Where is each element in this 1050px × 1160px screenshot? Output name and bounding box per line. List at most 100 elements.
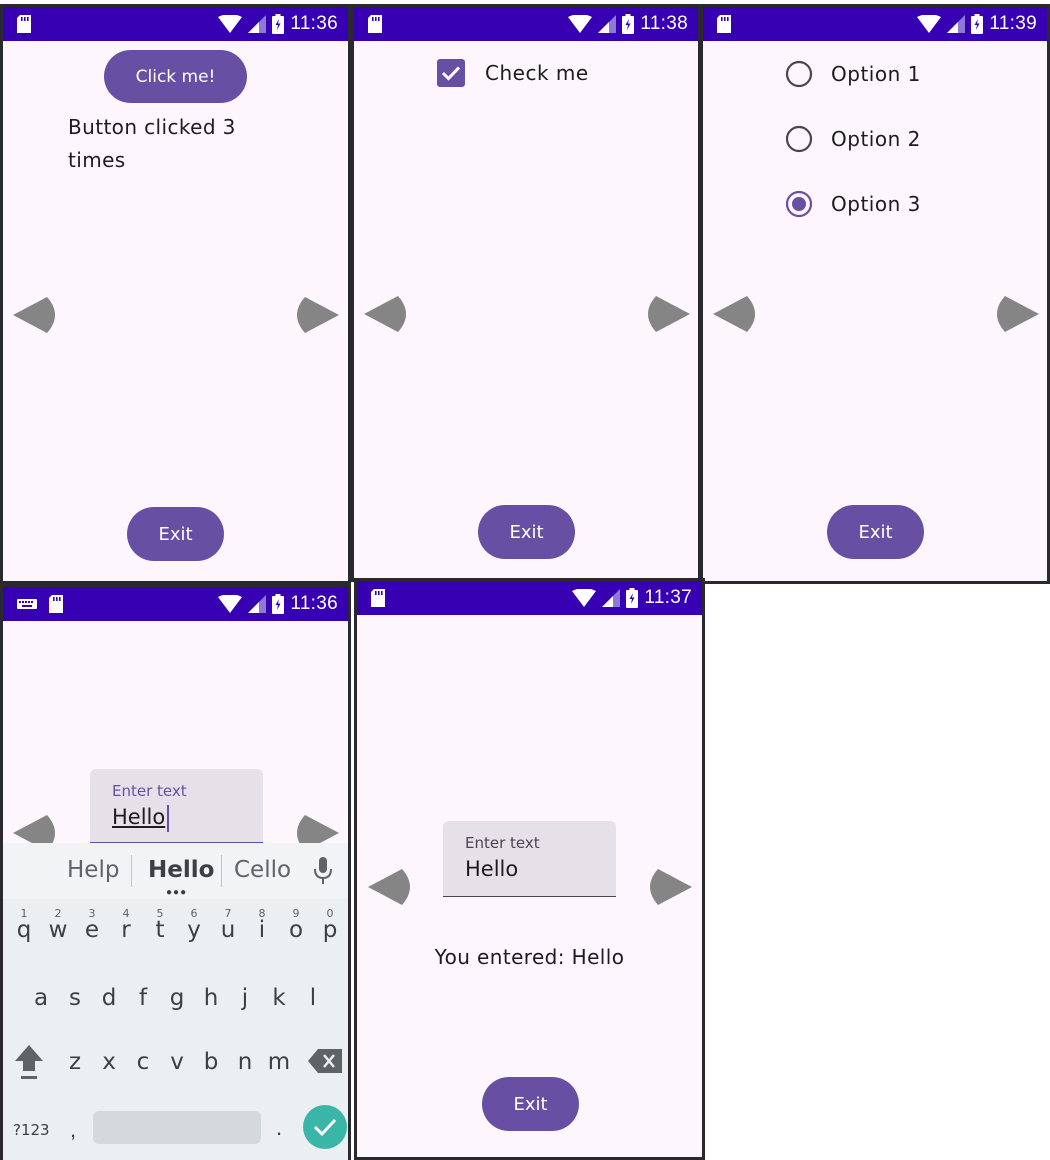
key-h[interactable]: h (194, 975, 228, 1025)
cell-signal-icon (947, 15, 966, 33)
key-p[interactable]: 0p (313, 907, 347, 957)
suggestion-item[interactable]: Help (67, 857, 119, 883)
radio-unselected-icon[interactable] (785, 60, 813, 88)
status-time: 11:36 (290, 593, 338, 614)
status-bar: 11:39 (703, 7, 1047, 41)
key-l[interactable]: l (296, 975, 330, 1025)
backspace-icon[interactable] (308, 1049, 342, 1073)
previous-arrow-icon[interactable] (364, 294, 410, 334)
shift-icon[interactable] (13, 1043, 45, 1081)
wifi-icon (568, 15, 593, 33)
field-label: Enter text (112, 782, 187, 800)
key-o[interactable]: 9o (279, 907, 313, 957)
text-input-field[interactable]: Enter text Hello (443, 821, 616, 897)
check-me-checkbox-row[interactable]: Check me (437, 59, 589, 87)
status-bar: 11:36 (3, 7, 348, 41)
cell-signal-icon (602, 589, 621, 607)
radio-option-2[interactable]: Option 2 (785, 125, 921, 153)
symbols-key[interactable]: ?123 (13, 1121, 50, 1139)
checkmark-enter-icon[interactable] (303, 1105, 347, 1149)
key-z[interactable]: z (58, 1039, 92, 1089)
wifi-icon (218, 595, 243, 613)
key-e[interactable]: 3e (75, 907, 109, 957)
exit-button[interactable]: Exit (478, 505, 575, 559)
checkbox-checked-icon[interactable] (437, 59, 465, 87)
key-t[interactable]: 5t (143, 907, 177, 957)
key-x[interactable]: x (92, 1039, 126, 1089)
cell-signal-icon (248, 595, 267, 613)
field-value[interactable]: Hello (112, 805, 165, 829)
key-s[interactable]: s (58, 975, 92, 1025)
key-w[interactable]: 2w (41, 907, 75, 957)
suggestion-item[interactable]: Cello (234, 857, 291, 883)
battery-charging-icon (272, 14, 285, 34)
screen-checkbox: 11:38 Check me Exit (351, 4, 701, 582)
screen-text-input-keyboard: 11:36 Enter text Hello Help Hello ●●● Ce… (0, 584, 351, 1160)
battery-charging-icon (272, 594, 285, 614)
key-f[interactable]: f (126, 975, 160, 1025)
suggestion-item[interactable]: Hello (148, 857, 214, 883)
next-arrow-icon[interactable] (644, 294, 690, 334)
keyboard-icon (17, 599, 37, 609)
key-c[interactable]: c (126, 1039, 160, 1089)
next-arrow-icon[interactable] (993, 294, 1039, 334)
status-time: 11:38 (640, 13, 688, 34)
key-y[interactable]: 6y (177, 907, 211, 957)
radio-option-3[interactable]: Option 3 (785, 190, 921, 218)
sd-card-icon (49, 595, 63, 613)
period-key[interactable]: . (276, 1115, 282, 1141)
radio-label: Option 3 (831, 192, 921, 216)
exit-button[interactable]: Exit (827, 505, 924, 559)
previous-arrow-icon[interactable] (368, 867, 414, 907)
key-v[interactable]: v (160, 1039, 194, 1089)
space-bar[interactable] (93, 1111, 261, 1144)
wifi-icon (917, 15, 942, 33)
radio-option-1[interactable]: Option 1 (785, 60, 921, 88)
exit-button[interactable]: Exit (482, 1077, 579, 1131)
sd-card-icon (368, 15, 382, 33)
field-value[interactable]: Hello (465, 857, 518, 881)
field-label: Enter text (465, 834, 540, 852)
status-time: 11:36 (290, 13, 338, 34)
battery-charging-icon (622, 14, 635, 34)
battery-charging-icon (626, 588, 639, 608)
radio-selected-icon[interactable] (785, 190, 813, 218)
microphone-icon[interactable] (314, 857, 332, 885)
key-b[interactable]: b (194, 1039, 228, 1089)
key-q[interactable]: 1q (7, 907, 41, 957)
status-bar: 11:38 (354, 7, 698, 41)
exit-button[interactable]: Exit (127, 507, 224, 561)
screen-radio-options: 11:39 Option 1 Option 2 Option 3 Exit (700, 4, 1050, 584)
key-n[interactable]: n (228, 1039, 262, 1089)
radio-unselected-icon[interactable] (785, 125, 813, 153)
key-k[interactable]: k (262, 975, 296, 1025)
status-time: 11:37 (644, 587, 692, 608)
key-d[interactable]: d (92, 975, 126, 1025)
key-a[interactable]: a (24, 975, 58, 1025)
click-me-button[interactable]: Click me! (104, 50, 247, 103)
previous-arrow-icon[interactable] (713, 294, 759, 334)
sd-card-icon (371, 589, 385, 607)
next-arrow-icon[interactable] (646, 867, 692, 907)
radio-label: Option 2 (831, 127, 921, 151)
click-counter-text: Button clicked 3 times (68, 115, 236, 172)
status-time: 11:39 (989, 13, 1037, 34)
result-text: You entered: Hello (434, 945, 625, 969)
key-j[interactable]: j (228, 975, 262, 1025)
key-m[interactable]: m (262, 1039, 296, 1089)
key-g[interactable]: g (160, 975, 194, 1025)
radio-label: Option 1 (831, 62, 921, 86)
comma-key[interactable]: , (70, 1117, 76, 1143)
text-input-field[interactable]: Enter text Hello (90, 769, 263, 844)
key-u[interactable]: 7u (211, 907, 245, 957)
suggestion-strip: Help Hello ●●● Cello (3, 843, 348, 899)
text-cursor (167, 805, 169, 832)
sd-card-icon (17, 15, 31, 33)
divider (131, 855, 132, 887)
wifi-icon (218, 15, 243, 33)
key-i[interactable]: 8i (245, 907, 279, 957)
previous-arrow-icon[interactable] (13, 295, 59, 335)
next-arrow-icon[interactable] (293, 295, 339, 335)
key-r[interactable]: 4r (109, 907, 143, 957)
status-bar: 11:36 (3, 587, 348, 621)
